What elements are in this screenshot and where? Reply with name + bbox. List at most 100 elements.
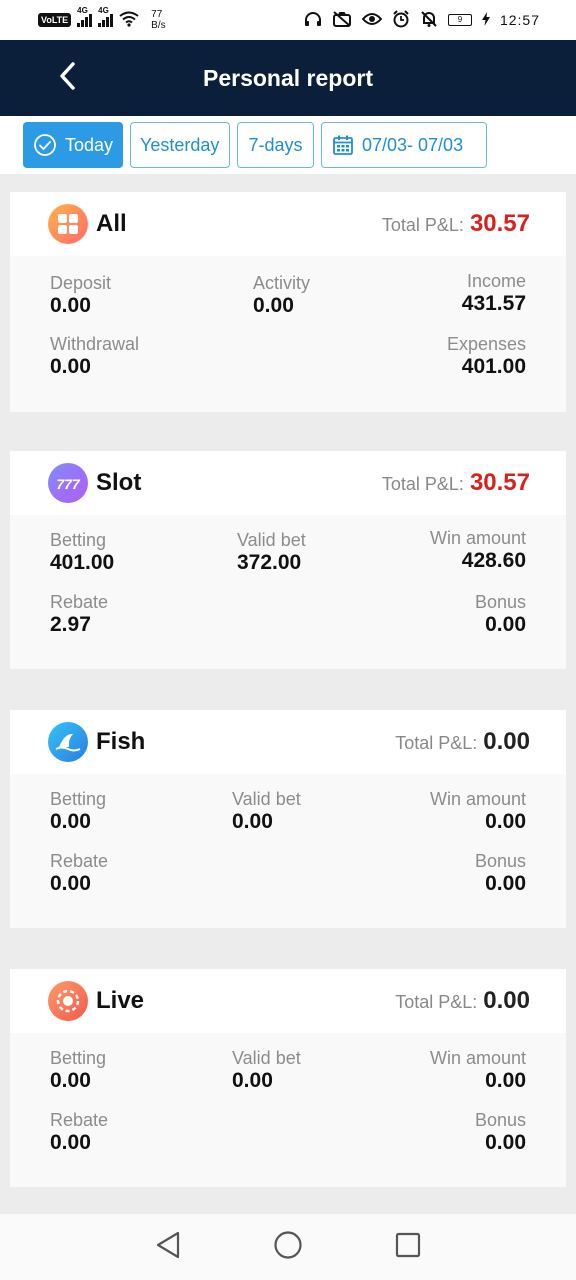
stat-label: Withdrawal (50, 334, 140, 354)
category-name: All (96, 210, 127, 237)
network-speed: 77 B/s (151, 9, 165, 31)
stat-value: 431.57 (461, 292, 526, 315)
stat-value: 428.60 (461, 549, 526, 572)
bonus-stat: Bonus 0.00 (475, 850, 526, 896)
date-range-picker[interactable]: 07/03- 07/03 (321, 122, 487, 168)
network-type-1: 4G (77, 6, 88, 15)
stat-value: 0.00 (232, 810, 273, 833)
camera-off-icon (332, 10, 352, 30)
stat-value: 0.00 (50, 294, 91, 317)
total-pl-label: Total P&L: (395, 733, 478, 753)
stat-label: Deposit (50, 273, 112, 293)
card-header: Fish Total P&L: 0.00 (10, 710, 566, 774)
betting-stat: Betting 0.00 (50, 1047, 106, 1093)
total-pl-value: 0.00 (483, 987, 530, 1014)
filter-today-label: Today (65, 134, 114, 155)
filter-yesterday-label: Yesterday (140, 134, 220, 155)
stat-value: 0.00 (50, 355, 91, 378)
charging-bolt-icon (481, 11, 490, 29)
rebate-stat: Rebate 0.00 (50, 850, 108, 896)
stat-label: Win amount (429, 789, 526, 809)
stat-label: Valid bet (232, 789, 301, 809)
page-title: Personal report (203, 64, 373, 91)
filter-7days-button[interactable]: 7-days (237, 122, 314, 168)
win-amount-stat: Win amount 428.60 (430, 527, 526, 573)
stat-label: Win amount (429, 1048, 526, 1068)
category-name: Live (96, 987, 145, 1014)
valid-bet-stat: Valid bet 0.00 (232, 788, 301, 834)
cell-signal-icon: 4G (77, 6, 93, 27)
total-pl: Total P&L: 30.57 (382, 210, 530, 238)
card-header: 777 Slot Total P&L: 30.57 (10, 451, 566, 515)
total-pl: Total P&L: 0.00 (395, 987, 530, 1015)
stat-value: 0.00 (50, 1131, 91, 1154)
slot-777-icon: 777 (48, 463, 88, 503)
bell-off-icon (420, 10, 438, 31)
stat-value: 2.97 (50, 613, 91, 636)
stat-value: 0.00 (485, 1069, 526, 1092)
stat-value: 0.00 (253, 294, 294, 317)
win-amount-stat: Win amount 0.00 (430, 788, 526, 834)
card-header: Live Total P&L: 0.00 (10, 969, 566, 1033)
total-pl: Total P&L: 0.00 (395, 728, 530, 756)
poker-chip-icon (48, 981, 88, 1021)
date-range-label: 07/03- 07/03 (362, 134, 464, 155)
withdrawal-stat: Withdrawal 0.00 (50, 333, 139, 379)
valid-bet-stat: Valid bet 372.00 (237, 529, 306, 575)
app-header: Personal report (0, 40, 576, 116)
report-card-live: Live Total P&L: 0.00 Betting 0.00 Valid … (10, 969, 566, 1187)
nav-home-button[interactable] (271, 1230, 305, 1264)
bonus-stat: Bonus 0.00 (475, 591, 526, 637)
stat-label: Bonus (474, 592, 526, 612)
nav-recent-button[interactable] (391, 1230, 425, 1264)
stat-label: Betting (50, 530, 107, 550)
win-amount-stat: Win amount 0.00 (430, 1047, 526, 1093)
stat-label: Bonus (474, 1110, 526, 1130)
clock-time: 12:57 (499, 12, 540, 28)
card-body: Deposit 0.00 Activity 0.00 Income 431.57… (10, 256, 566, 412)
date-filter-bar: Today Yesterday 7-days 07/03- 07/03 (0, 116, 576, 174)
stat-label: Win amount (429, 528, 526, 548)
bonus-stat: Bonus 0.00 (475, 1109, 526, 1155)
status-bar: VoLTE 4G 4G 77 B/s 9 12:57 (0, 0, 576, 40)
stat-value: 0.00 (50, 810, 91, 833)
card-body: Betting 0.00 Valid bet 0.00 Win amount 0… (10, 774, 566, 928)
alarm-icon (392, 9, 410, 31)
total-pl-label: Total P&L: (381, 474, 464, 494)
stat-value: 0.00 (50, 872, 91, 895)
triangle-back-icon (154, 1230, 182, 1265)
income-stat: Income 431.57 (462, 270, 526, 316)
total-pl-value: 30.57 (469, 469, 530, 496)
total-pl-label: Total P&L: (395, 992, 478, 1012)
square-recent-icon (394, 1231, 422, 1264)
volte-badge: VoLTE (38, 13, 72, 27)
circle-home-icon (273, 1230, 303, 1265)
svg-text:777: 777 (56, 476, 81, 492)
stat-label: Valid bet (232, 1048, 301, 1068)
filter-yesterday-button[interactable]: Yesterday (130, 122, 230, 168)
stat-value: 0.00 (485, 613, 526, 636)
stat-label: Income (466, 271, 526, 291)
battery-icon: 9 (447, 14, 472, 26)
system-nav-bar (0, 1214, 576, 1280)
betting-stat: Betting 0.00 (50, 788, 106, 834)
stat-label: Betting (50, 789, 107, 809)
stat-label: Valid bet (237, 530, 306, 550)
total-pl-value: 0.00 (483, 728, 530, 755)
filter-today-button[interactable]: Today (23, 122, 123, 168)
card-body: Betting 0.00 Valid bet 0.00 Win amount 0… (10, 1033, 566, 1187)
stat-label: Rebate (50, 592, 109, 612)
nav-back-button[interactable] (151, 1230, 185, 1264)
speed-unit: B/s (151, 20, 166, 31)
back-button[interactable] (52, 58, 82, 98)
stat-value: 0.00 (485, 810, 526, 833)
rebate-stat: Rebate 0.00 (50, 1109, 108, 1155)
chevron-left-icon (58, 61, 76, 96)
report-card-fish: Fish Total P&L: 0.00 Betting 0.00 Valid … (10, 710, 566, 928)
category-name: Slot (96, 469, 142, 496)
speed-value: 77 (151, 9, 163, 20)
wifi-icon (119, 11, 139, 30)
headphones-icon (304, 11, 322, 30)
stat-value: 0.00 (485, 1131, 526, 1154)
total-pl: Total P&L: 30.57 (382, 469, 530, 497)
